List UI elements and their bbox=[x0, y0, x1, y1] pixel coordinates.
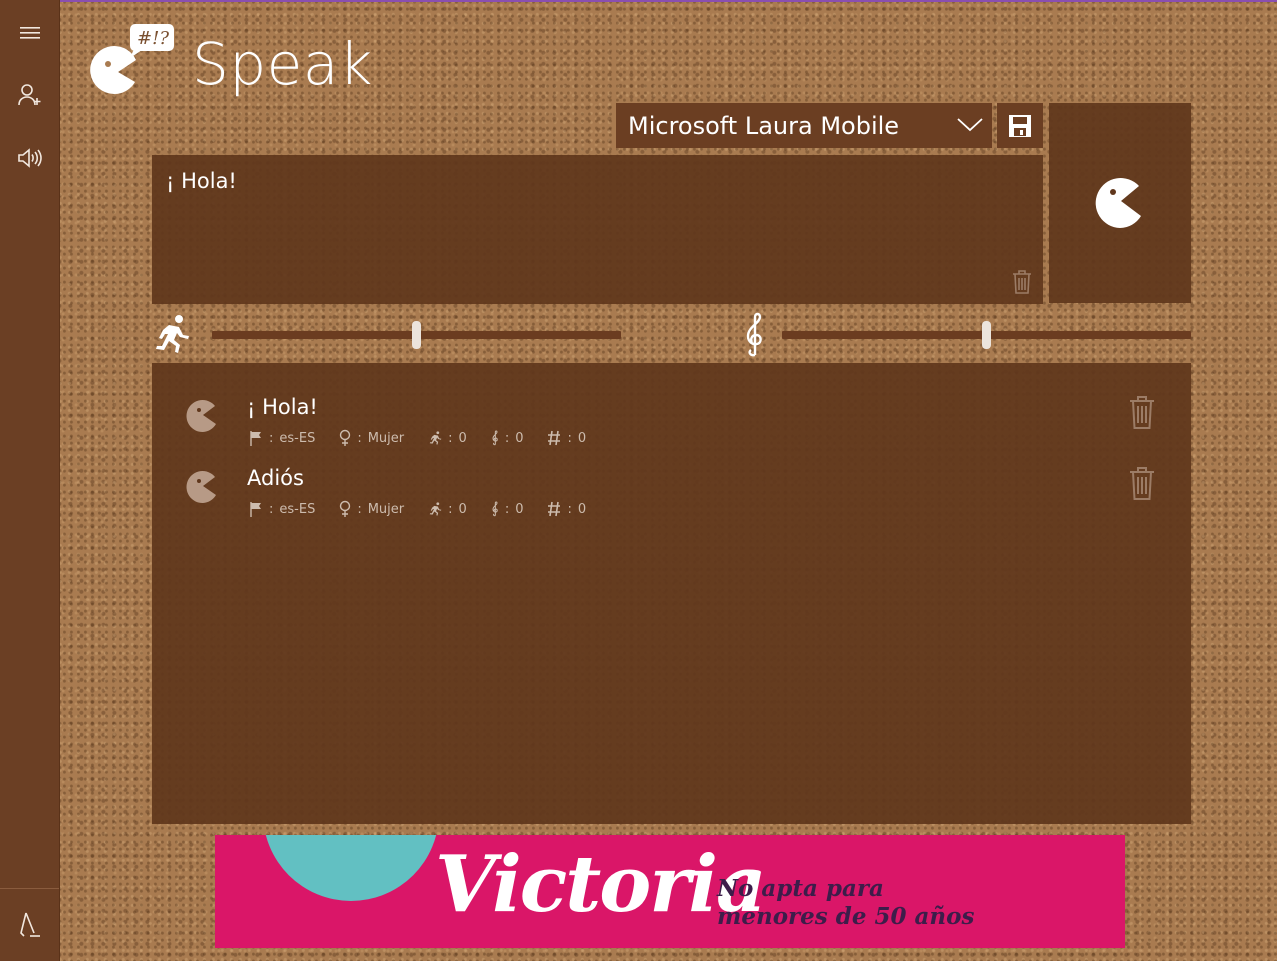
speech-text-value: ¡ Hola! bbox=[166, 169, 237, 193]
hash-icon bbox=[548, 430, 561, 446]
delete-history-item-button[interactable] bbox=[1128, 465, 1156, 505]
history-item-lang: es-ES bbox=[279, 430, 316, 446]
flag-icon bbox=[250, 502, 261, 517]
speaker-icon bbox=[17, 148, 42, 168]
history-item-count: 0 bbox=[577, 501, 587, 517]
history-list: ¡ Hola! : es-ES : Mujer :0 :0 :0 Adiós:… bbox=[152, 363, 1191, 824]
history-item-pitch: 0 bbox=[515, 430, 524, 446]
list-item[interactable]: Adiós : es-ES : Mujer :0 :0 :0 bbox=[152, 460, 1191, 526]
sidebar bbox=[0, 0, 60, 961]
pitch-slider-thumb[interactable] bbox=[982, 321, 991, 349]
history-item-speed: 0 bbox=[458, 430, 467, 446]
add-voice-profile-button[interactable] bbox=[0, 70, 59, 120]
voice-dropdown[interactable]: Microsoft Laura Mobile bbox=[616, 103, 992, 148]
ad-tagline-line1: No apta para bbox=[717, 875, 884, 902]
history-item-meta: : es-ES : Mujer :0 :0 :0 bbox=[249, 500, 610, 518]
logo-bubble-text: #!? bbox=[137, 28, 169, 49]
pitch-slider-label bbox=[740, 311, 768, 359]
sidebar-divider bbox=[0, 888, 59, 889]
voice-settings-button[interactable] bbox=[0, 133, 59, 183]
hamburger-icon bbox=[19, 27, 40, 39]
history-item-gender: Mujer bbox=[367, 430, 405, 446]
app-logo: #!? bbox=[88, 22, 180, 100]
runner-icon bbox=[156, 315, 189, 353]
app-title: Speak bbox=[192, 30, 373, 98]
pronunciation-button[interactable] bbox=[0, 900, 59, 950]
chomper-icon bbox=[186, 471, 216, 504]
pen-icon bbox=[19, 912, 40, 937]
trash-icon bbox=[1130, 396, 1154, 429]
female-icon bbox=[340, 500, 351, 517]
history-item-count: 0 bbox=[577, 430, 587, 446]
chevron-down-icon bbox=[957, 118, 983, 132]
trash-icon bbox=[1013, 270, 1031, 294]
speech-text-input[interactable]: ¡ Hola! bbox=[152, 155, 1043, 304]
list-item[interactable]: ¡ Hola! : es-ES : Mujer :0 :0 :0 bbox=[152, 389, 1191, 455]
ad-banner[interactable]: Victoria No apta para menores de 50 años bbox=[215, 835, 1125, 948]
treble-clef-icon bbox=[746, 312, 762, 357]
ad-decorative-circle bbox=[263, 835, 439, 901]
history-item-speed: 0 bbox=[458, 501, 467, 517]
treble-clef-icon bbox=[492, 501, 498, 517]
history-item-gender: Mujer bbox=[367, 501, 405, 517]
runner-icon bbox=[429, 502, 442, 516]
speed-slider-label bbox=[150, 313, 192, 355]
voice-dropdown-value: Microsoft Laura Mobile bbox=[628, 111, 900, 140]
female-icon bbox=[340, 429, 351, 446]
flag-icon bbox=[250, 431, 261, 446]
ad-tagline-line2: menores de 50 años bbox=[717, 903, 975, 930]
history-item-lang: es-ES bbox=[279, 501, 316, 517]
runner-icon bbox=[429, 431, 442, 445]
logo-chomper-icon bbox=[90, 46, 136, 95]
trash-icon bbox=[1130, 467, 1154, 500]
history-item-meta: : es-ES : Mujer :0 :0 :0 bbox=[249, 429, 610, 447]
history-item-pitch: 0 bbox=[515, 501, 524, 517]
history-item-text: ¡ Hola! bbox=[247, 395, 318, 419]
delete-history-item-button[interactable] bbox=[1128, 394, 1156, 434]
clear-text-button[interactable] bbox=[1011, 269, 1033, 300]
chomper-icon bbox=[186, 400, 216, 433]
treble-clef-icon bbox=[492, 430, 498, 446]
ad-tagline: No apta para menores de 50 años bbox=[717, 875, 974, 931]
chomper-icon bbox=[1095, 178, 1141, 228]
speed-slider-thumb[interactable] bbox=[412, 321, 421, 349]
speak-button[interactable] bbox=[1049, 103, 1191, 303]
hamburger-menu-button[interactable] bbox=[0, 8, 59, 58]
floppy-disk-icon bbox=[1009, 114, 1031, 137]
ad-brand: Victoria bbox=[435, 839, 767, 930]
window-top-border bbox=[0, 0, 1277, 2]
save-button[interactable] bbox=[997, 103, 1043, 148]
hash-icon bbox=[548, 501, 561, 517]
history-item-text: Adiós bbox=[247, 466, 304, 490]
person-add-icon bbox=[17, 84, 40, 106]
